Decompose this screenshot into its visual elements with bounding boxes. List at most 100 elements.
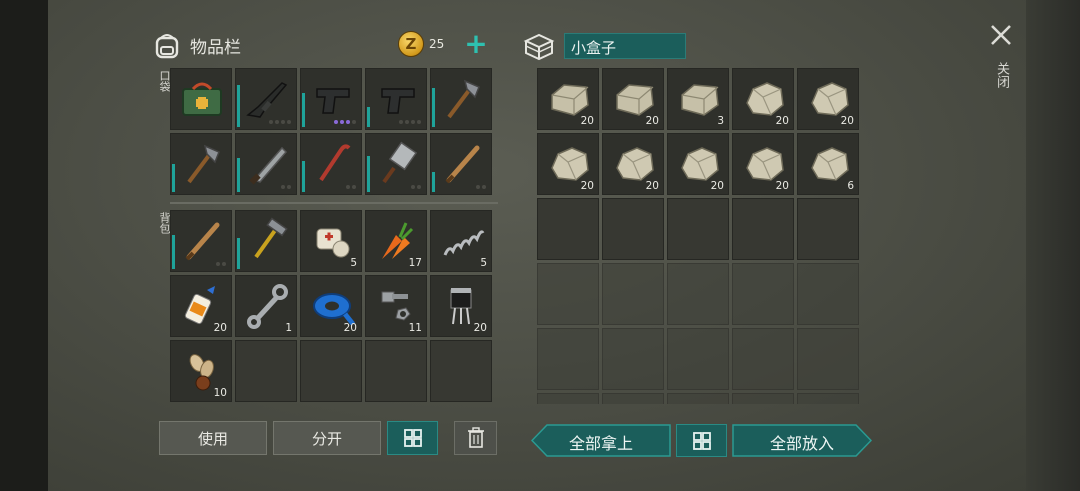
inventory-slot[interactable] [300,133,362,195]
inventory-slot[interactable]: 3 [667,68,729,130]
empty-slot[interactable] [602,328,664,390]
empty-slot[interactable] [235,340,297,402]
inventory-slot[interactable] [235,68,297,130]
inventory-slot[interactable] [430,68,492,130]
empty-slot[interactable] [537,328,599,390]
take-all-button[interactable]: 全部拿上 [531,424,671,457]
close-label[interactable]: 关闭 [992,62,1011,88]
put-all-label: 全部放入 [769,434,834,453]
empty-slot[interactable] [797,198,859,260]
inventory-slot[interactable] [170,133,232,195]
inventory-slot[interactable]: 20 [667,133,729,195]
inventory-slot[interactable]: 20 [732,68,794,130]
quality-dot [281,185,285,189]
quality-dot [417,185,421,189]
empty-slot[interactable] [732,263,794,325]
container-name-field[interactable]: 小盒子 [564,33,686,59]
durability-bar [367,107,370,127]
inventory-slot[interactable]: 17 [365,210,427,272]
inventory-slot[interactable]: 11 [365,275,427,337]
coin-display: Z 25 + [398,30,488,58]
item-count: 20 [343,322,357,334]
delete-button[interactable] [454,421,497,455]
split-button[interactable]: 分开 [273,421,381,455]
empty-slot[interactable] [732,198,794,260]
inventory-slot[interactable]: 5 [430,210,492,272]
item-count: 5 [350,257,357,269]
inventory-slot[interactable] [365,68,427,130]
put-all-button[interactable]: 全部放入 [732,424,872,457]
quality-dot [399,120,403,124]
empty-slot[interactable] [797,328,859,390]
empty-slot[interactable] [732,328,794,390]
quality-dot [476,185,480,189]
quality-dot [411,120,415,124]
inventory-slot[interactable]: 20 [602,133,664,195]
inventory-slot[interactable] [235,133,297,195]
backpack-label: 背包 [158,212,171,234]
quality-dot [346,185,350,189]
empty-slot[interactable] [667,198,729,260]
inventory-slot[interactable]: 20 [170,275,232,337]
inventory-slot[interactable]: 20 [602,68,664,130]
inventory-slot[interactable]: 5 [300,210,362,272]
add-coins-button[interactable]: + [464,30,487,58]
inventory-slot[interactable] [430,133,492,195]
empty-slot[interactable] [602,393,664,404]
item-count: 20 [213,322,227,334]
empty-slot[interactable] [797,263,859,325]
quality-dots [334,120,356,124]
quality-dot [222,262,226,266]
empty-slot[interactable] [537,198,599,260]
pistol-icon [381,88,415,114]
empty-slot[interactable] [732,393,794,404]
quality-dot [482,185,486,189]
item-count: 17 [408,257,422,269]
cleaver-icon [382,141,418,184]
inventory-slot[interactable]: 10 [170,340,232,402]
inventory-slot[interactable] [170,210,232,272]
empty-slot[interactable] [667,328,729,390]
inventory-slot[interactable]: 20 [537,133,599,195]
inventory-slot[interactable]: 20 [797,68,859,130]
empty-slot[interactable] [797,393,859,404]
empty-slot[interactable] [300,340,362,402]
sort-container-button[interactable] [676,424,727,457]
inventory-slot[interactable] [235,210,297,272]
crowbar-icon [319,144,351,182]
empty-slot[interactable] [365,340,427,402]
inventory-slot[interactable]: 20 [537,68,599,130]
inventory-slot[interactable] [170,68,232,130]
take-all-label: 全部拿上 [568,434,633,453]
hatchet-icon [187,144,220,184]
empty-slot[interactable] [537,263,599,325]
inventory-title: 物品栏 [190,37,241,58]
inventory-slot[interactable]: 20 [430,275,492,337]
quality-dot [346,120,350,124]
use-button[interactable]: 使用 [159,421,267,455]
inventory-slot[interactable]: 20 [732,133,794,195]
empty-slot[interactable] [537,393,599,404]
close-icon[interactable] [988,22,1014,48]
baseball-bat-icon [445,145,480,184]
empty-slot[interactable] [602,263,664,325]
sort-inventory-button[interactable] [387,421,438,455]
item-count: 5 [480,257,487,269]
quality-dots [216,262,226,266]
inventory-slot[interactable]: 6 [797,133,859,195]
empty-slot[interactable] [602,198,664,260]
inventory-slot[interactable] [365,133,427,195]
quality-dots [281,185,291,189]
inventory-slot[interactable] [300,68,362,130]
quality-dots [399,120,421,124]
empty-slot[interactable] [667,263,729,325]
inventory-slot[interactable]: 20 [300,275,362,337]
empty-slot[interactable] [430,340,492,402]
quality-dots [476,185,486,189]
quality-dot [287,185,291,189]
screen-edge-right [1026,0,1080,491]
trash-icon [467,427,484,448]
item-count: 20 [473,322,487,334]
empty-slot[interactable] [667,393,729,404]
inventory-slot[interactable]: 1 [235,275,297,337]
